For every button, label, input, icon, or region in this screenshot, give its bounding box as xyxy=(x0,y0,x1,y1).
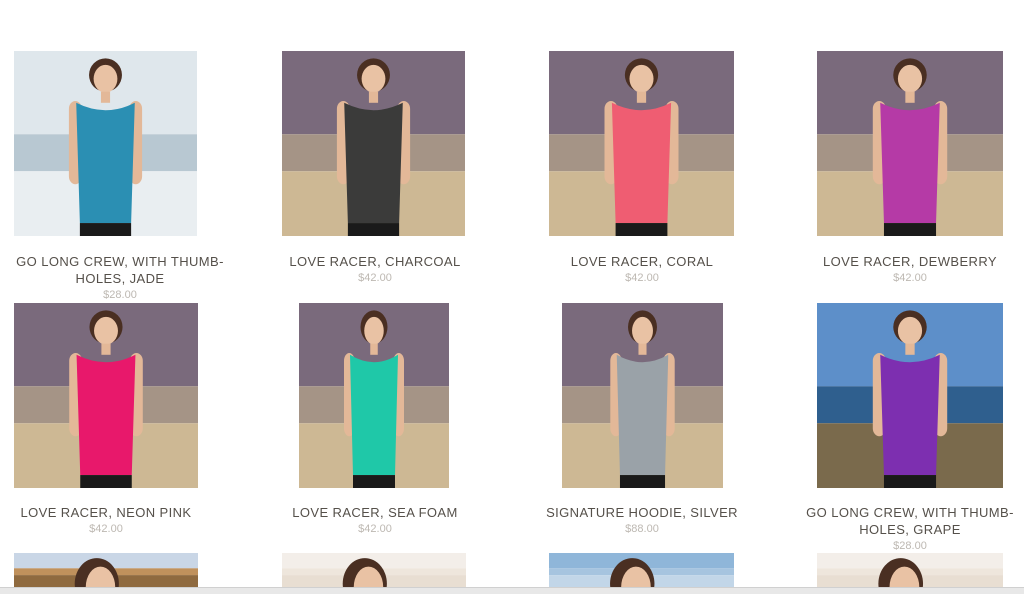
product-image[interactable] xyxy=(817,51,1003,236)
product-price: $88.00 xyxy=(625,523,659,535)
product-image[interactable] xyxy=(14,303,198,488)
product-image[interactable] xyxy=(549,51,734,236)
product-image-partial[interactable] xyxy=(817,553,1003,587)
product-name[interactable]: LOVE RACER, DEWBERRY xyxy=(790,253,1024,270)
product-card[interactable]: LOVE RACER, NEON PINK $42.00 xyxy=(0,297,240,557)
product-image[interactable] xyxy=(14,51,197,236)
product-image[interactable] xyxy=(817,303,1003,488)
product-name[interactable]: SIGNATURE HOODIE, SILVER xyxy=(522,504,762,521)
product-name[interactable]: LOVE RACER, SEA FOAM xyxy=(255,504,495,521)
product-name[interactable]: GO LONG CREW, WITH THUMB-HOLES, JADE xyxy=(0,253,240,287)
product-card[interactable]: SIGNATURE HOODIE, SILVER $88.00 xyxy=(522,297,762,557)
product-image-partial[interactable] xyxy=(282,553,466,587)
product-card[interactable]: GO LONG CREW, WITH THUMB-HOLES, GRAPE $2… xyxy=(790,297,1024,557)
product-card[interactable]: LOVE RACER, CHARCOAL $42.00 xyxy=(255,45,495,305)
product-card[interactable]: GO LONG CREW, WITH THUMB-HOLES, JADE $28… xyxy=(0,45,240,305)
product-price: $42.00 xyxy=(625,272,659,284)
product-image[interactable] xyxy=(282,51,465,236)
product-name[interactable]: LOVE RACER, CORAL xyxy=(522,253,762,270)
product-image-partial[interactable] xyxy=(549,553,734,587)
product-card[interactable]: LOVE RACER, CORAL $42.00 xyxy=(522,45,762,305)
product-card[interactable]: LOVE RACER, DEWBERRY $42.00 xyxy=(790,45,1024,305)
product-price: $28.00 xyxy=(893,540,927,552)
product-name[interactable]: LOVE RACER, NEON PINK xyxy=(0,504,226,521)
product-image[interactable] xyxy=(299,303,449,488)
product-price: $42.00 xyxy=(358,523,392,535)
product-price: $42.00 xyxy=(893,272,927,284)
product-card[interactable]: LOVE RACER, SEA FOAM $42.00 xyxy=(255,297,495,557)
product-price: $42.00 xyxy=(89,523,123,535)
product-price: $42.00 xyxy=(358,272,392,284)
product-image-partial[interactable] xyxy=(14,553,198,587)
product-name[interactable]: GO LONG CREW, WITH THUMB-HOLES, GRAPE xyxy=(790,504,1024,538)
product-name[interactable]: LOVE RACER, CHARCOAL xyxy=(255,253,495,270)
product-image[interactable] xyxy=(562,303,723,488)
